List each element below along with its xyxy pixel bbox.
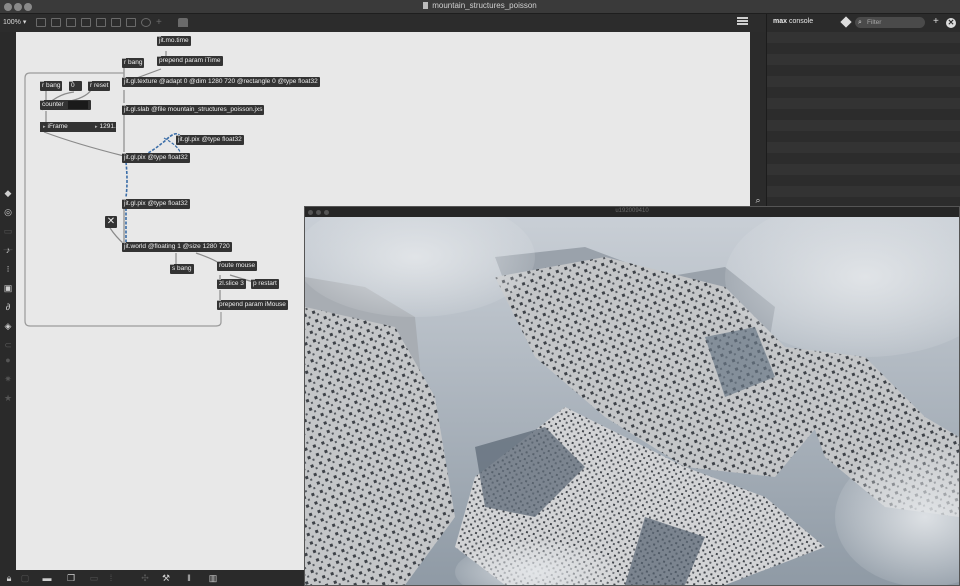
package-icon[interactable]: ◈: [3, 321, 13, 331]
link-icon[interactable]: ⊂: [3, 340, 13, 350]
prepend-imouse-object[interactable]: prepend param iMouse: [217, 300, 288, 310]
target-icon[interactable]: ◎: [3, 207, 13, 217]
left-sidebar: ◆ ◎ ▭ — ♪ ⁝ ▣ ∂ ◈ ⊂ ● ✷ ★: [0, 32, 16, 570]
jit-gl-pix-object-c[interactable]: jit.gl.pix @type float32: [122, 199, 190, 209]
list-view-icon[interactable]: [737, 17, 748, 28]
window-stack-icon[interactable]: ❐: [66, 573, 76, 583]
zoom-menu[interactable]: 100% ▾: [3, 18, 26, 26]
counter-object[interactable]: counter: [40, 100, 91, 110]
console-title: max console: [773, 18, 814, 25]
jit-mo-time-object[interactable]: jit.mo.time: [157, 36, 191, 46]
iframe-number[interactable]: iFrame: [40, 122, 92, 132]
new-comment-icon[interactable]: [111, 18, 121, 27]
grid-toggle-icon[interactable]: ⁞: [106, 573, 116, 583]
render-window-title: u192009410: [615, 208, 649, 214]
piano-icon[interactable]: ▥: [208, 573, 218, 583]
grid-icon[interactable]: [66, 18, 76, 27]
p-restart-object[interactable]: p restart: [251, 279, 279, 289]
jit-gl-slab-object[interactable]: jit.gl.slab @file mountain_structures_po…: [122, 105, 265, 115]
mixer-icon[interactable]: ‖: [184, 573, 194, 583]
signal-icon[interactable]: ⁝: [3, 264, 13, 274]
image-icon[interactable]: ▣: [3, 283, 13, 293]
texture-cord: [125, 161, 128, 198]
iframe-float-number[interactable]: 1291.: [92, 122, 116, 132]
zl-slice-object[interactable]: zl.slice 3: [217, 279, 246, 289]
new-message-icon[interactable]: [96, 18, 106, 27]
console-add-button[interactable]: +: [933, 16, 939, 27]
toggle[interactable]: ✕: [105, 216, 117, 228]
jit-world-render-window[interactable]: u192009410: [304, 206, 960, 586]
filter-search-icon: ⌕: [858, 19, 862, 26]
render-window-title-bar: u192009410: [305, 207, 959, 217]
console-header: max console ⌕ Filter + ✕: [767, 14, 960, 32]
console-message-list: [767, 32, 960, 208]
rendered-fractal-scene[interactable]: [305, 217, 959, 585]
patcher-toolbar: 100% ▾ +: [0, 14, 766, 32]
cord: [43, 131, 125, 157]
circle-icon[interactable]: ●: [3, 355, 13, 365]
wrench-icon[interactable]: ⚒: [161, 573, 171, 583]
star-icon[interactable]: ★: [3, 393, 13, 403]
console-options-icon[interactable]: [840, 16, 852, 28]
new-object-icon[interactable]: [81, 18, 91, 27]
gear-icon[interactable]: ✷: [3, 374, 13, 384]
jit-world-object[interactable]: jit.world @floating 1 @size 1280 720: [122, 242, 232, 252]
jit-gl-pix-object-b[interactable]: jit.gl.pix @type float32: [176, 135, 244, 145]
redacted-patch: [68, 101, 88, 109]
presentation-mode-icon[interactable]: ▬: [42, 573, 52, 583]
window-title-bar: mountain_structures_poisson: [0, 0, 960, 14]
console-filter-input[interactable]: ⌕ Filter: [855, 17, 925, 28]
max-application-window: { "window": { "title": "mountain_structu…: [0, 0, 960, 586]
console-clear-button[interactable]: ✕: [946, 18, 956, 28]
s-bang-object[interactable]: s bang: [170, 264, 194, 274]
lock-icon[interactable]: 🔒︎: [4, 573, 14, 583]
paint-bucket-icon[interactable]: [178, 18, 188, 27]
sidebar-divider: [750, 32, 766, 208]
add-icon[interactable]: +: [156, 18, 166, 28]
edit-icon[interactable]: ▢: [20, 573, 30, 583]
fractal-mountain-image: [305, 217, 959, 585]
clock-icon[interactable]: [141, 18, 151, 27]
jit-gl-texture-object[interactable]: jit.gl.texture @adapt 0 @dim 1280 720 @r…: [122, 77, 320, 87]
paperclip-icon[interactable]: ∂: [3, 302, 13, 312]
snap-icon[interactable]: ✣: [140, 573, 150, 583]
r-bang-object-top[interactable]: r bang: [122, 58, 145, 68]
route-mouse-object[interactable]: route mouse: [217, 261, 258, 271]
r-reset-object[interactable]: r reset: [88, 81, 111, 91]
zero-message[interactable]: 0: [69, 81, 82, 91]
window-title: mountain_structures_poisson: [0, 1, 960, 10]
max-console-panel: max console ⌕ Filter + ✕: [766, 14, 960, 208]
lock-toggle-icon[interactable]: [36, 18, 46, 27]
debug-icon[interactable]: ▭: [89, 573, 99, 583]
search-icon[interactable]: ⌕: [752, 194, 764, 206]
document-icon: [423, 2, 429, 9]
patcher-bottom-bar: 🔒︎ ▢ ▬ ❐ ▭ ⁞ ✣ ⚒ ‖ ▥: [0, 570, 304, 586]
jit-gl-pix-object-a[interactable]: jit.gl.pix @type float32: [122, 153, 190, 163]
music-note-icon[interactable]: ♪: [3, 245, 13, 255]
prepend-itime-object[interactable]: prepend param iTime: [157, 56, 223, 66]
r-bang-object[interactable]: r bang: [40, 81, 63, 91]
new-number-icon[interactable]: [126, 18, 136, 27]
cube-icon[interactable]: ◆: [3, 188, 13, 198]
presentation-icon[interactable]: [51, 18, 61, 27]
rectangle-icon[interactable]: ▭: [3, 226, 13, 236]
